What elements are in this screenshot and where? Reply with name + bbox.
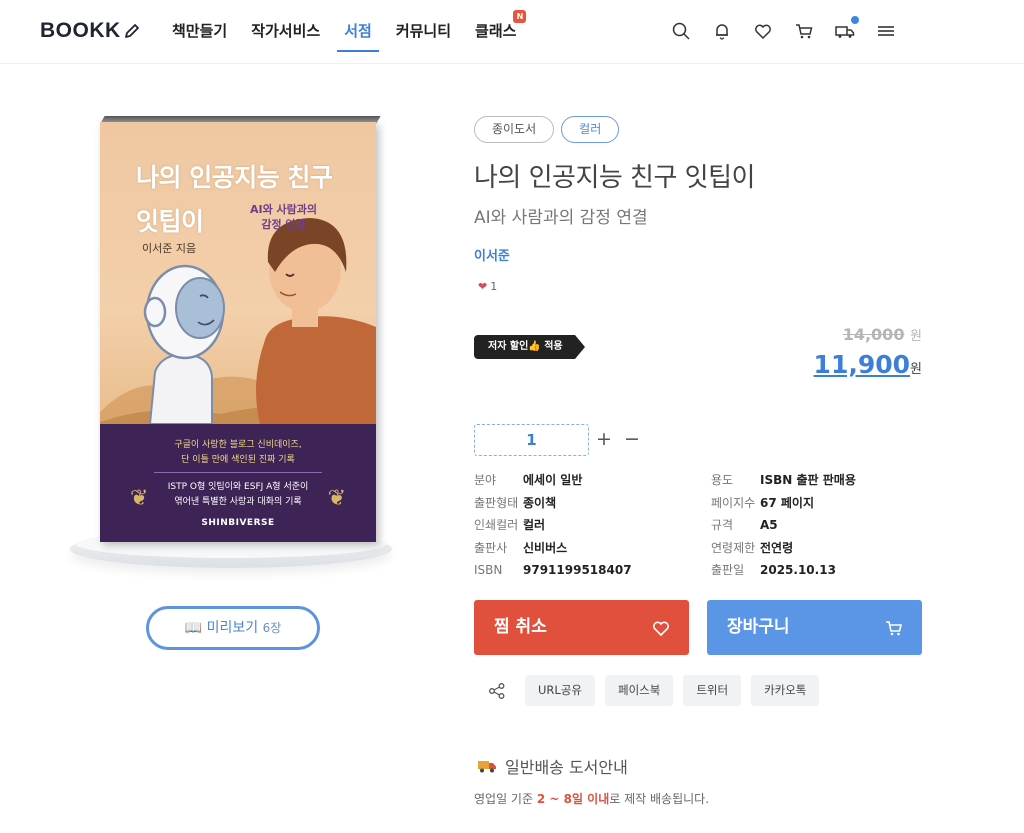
publisher-brand: SHINBIVERSE (201, 518, 275, 528)
product-title: 나의 인공지능 친구 잇팁이 (474, 163, 755, 193)
spec-row: 출판사 신비버스 (474, 540, 568, 555)
share-url-button[interactable]: URL공유 (525, 675, 595, 706)
main-nav: 책만들기 작가서비스 서점 커뮤니티 클래스 N (172, 0, 540, 64)
menu-icon[interactable] (875, 20, 897, 42)
like-count: ❤ 1 (478, 280, 498, 293)
logo[interactable]: BOOKK (40, 19, 141, 43)
tag-color: 컬러 (561, 116, 620, 143)
cart-icon (886, 621, 903, 636)
cover-author: 이서준 지음 (142, 242, 197, 255)
shipping-title: 일반배송 도서안내 (477, 754, 628, 778)
nav-class[interactable]: 클래스 N (475, 0, 527, 64)
sale-price: 11,900원 (813, 350, 922, 379)
spec-row: 규격 A5 (711, 518, 778, 532)
spec-row: 인쇄컬러 컬러 (474, 518, 546, 532)
spec-row: 출판일 2025.10.13 (711, 563, 836, 577)
wishlist-cancel-button[interactable]: 찜 취소 (474, 600, 689, 655)
tag-paper-book: 종이도서 (474, 116, 555, 143)
site-header: BOOKK 책만들기 작가서비스 서점 커뮤니티 클래스 N (0, 0, 1024, 64)
share-facebook-button[interactable]: 페이스북 (604, 675, 674, 706)
header-icons (670, 16, 916, 42)
book-icon: 📖 (184, 620, 203, 636)
cover-band: 구글이 사랑한 블로그 신비데이즈, 단 이틀 만에 색인된 진짜 기록 IST… (100, 424, 376, 542)
laurel-left-icon: ❦ (130, 486, 149, 511)
quantity-input[interactable]: 1 (474, 424, 589, 456)
cover-subtitle: AI와 사람과의 감정 연결 (250, 203, 318, 231)
quantity-plus-button[interactable]: + (596, 426, 612, 452)
delivery-truck-icon (478, 761, 496, 773)
author-link[interactable]: 이서준 (474, 245, 510, 264)
new-badge: N (513, 10, 527, 23)
spec-row: 용도 ISBN 출판 판매용 (711, 473, 856, 487)
spec-row: 출판형태 종이책 (474, 495, 557, 510)
delivery-truck-icon[interactable] (834, 16, 859, 42)
original-price: 14,000 원 (842, 325, 922, 344)
share-icon (489, 682, 505, 699)
nav-make-book[interactable]: 책만들기 (172, 0, 227, 64)
share-row: URL공유 페이스북 트위터 카카오톡 (488, 675, 829, 706)
add-to-cart-button[interactable]: 장바구니 (707, 600, 922, 655)
laurel-right-icon: ❦ (327, 486, 346, 511)
heart-icon[interactable] (752, 20, 774, 42)
notification-dot (851, 16, 859, 24)
nav-community[interactable]: 커뮤니티 (396, 0, 451, 64)
nav-bookstore[interactable]: 서점 (337, 0, 379, 64)
spec-row: 연령제한 전연령 (711, 540, 794, 555)
nav-author-service[interactable]: 작가서비스 (251, 0, 320, 64)
bell-icon[interactable] (711, 20, 733, 42)
product-subtitle: AI와 사람과의 감정 연결 (474, 208, 648, 228)
spec-row: 분야 에세이 일반 (474, 473, 583, 487)
spec-list-right: 용도 ISBN 출판 판매용 페이지수 67 페이지 규격 A5 연령제한 전연령 출판… (711, 469, 856, 582)
spec-list-left: 분야 에세이 일반 출판형태 종이책 인쇄컬러 컬러 출판사 신비버스 ISBN 9791… (474, 469, 632, 582)
logo-text[interactable]: BOOKK (40, 19, 121, 43)
book-cover-area: 나의 인공지능 친구 잇팁이 AI와 사람과의 감정 연결 이서준 지음 구글이… (70, 110, 400, 580)
discount-badge: 저자 할인👍 적용 (474, 335, 585, 359)
pencil-icon (124, 24, 139, 38)
share-twitter-button[interactable]: 트위터 (683, 675, 742, 706)
share-kakaotalk-button[interactable]: 카카오톡 (751, 675, 820, 706)
heart-icon: ❤ (478, 280, 488, 293)
cart-icon[interactable] (793, 20, 815, 42)
shipping-description: 영업일 기준 2 ~ 8일 이내로 제작 배송됩니다. (474, 792, 710, 806)
format-tags: 종이도서 컬러 (474, 116, 626, 143)
quantity-minus-button[interactable]: − (624, 426, 640, 452)
book-cover-image: 나의 인공지능 친구 잇팁이 AI와 사람과의 감정 연결 이서준 지음 구글이… (100, 122, 376, 542)
search-icon[interactable] (670, 20, 692, 42)
spec-row: ISBN 9791199518407 (474, 563, 632, 577)
heart-outline-icon (653, 621, 669, 637)
spec-row: 페이지수 67 페이지 (711, 495, 814, 510)
preview-button[interactable]: 📖 미리보기 6장 (146, 606, 320, 650)
